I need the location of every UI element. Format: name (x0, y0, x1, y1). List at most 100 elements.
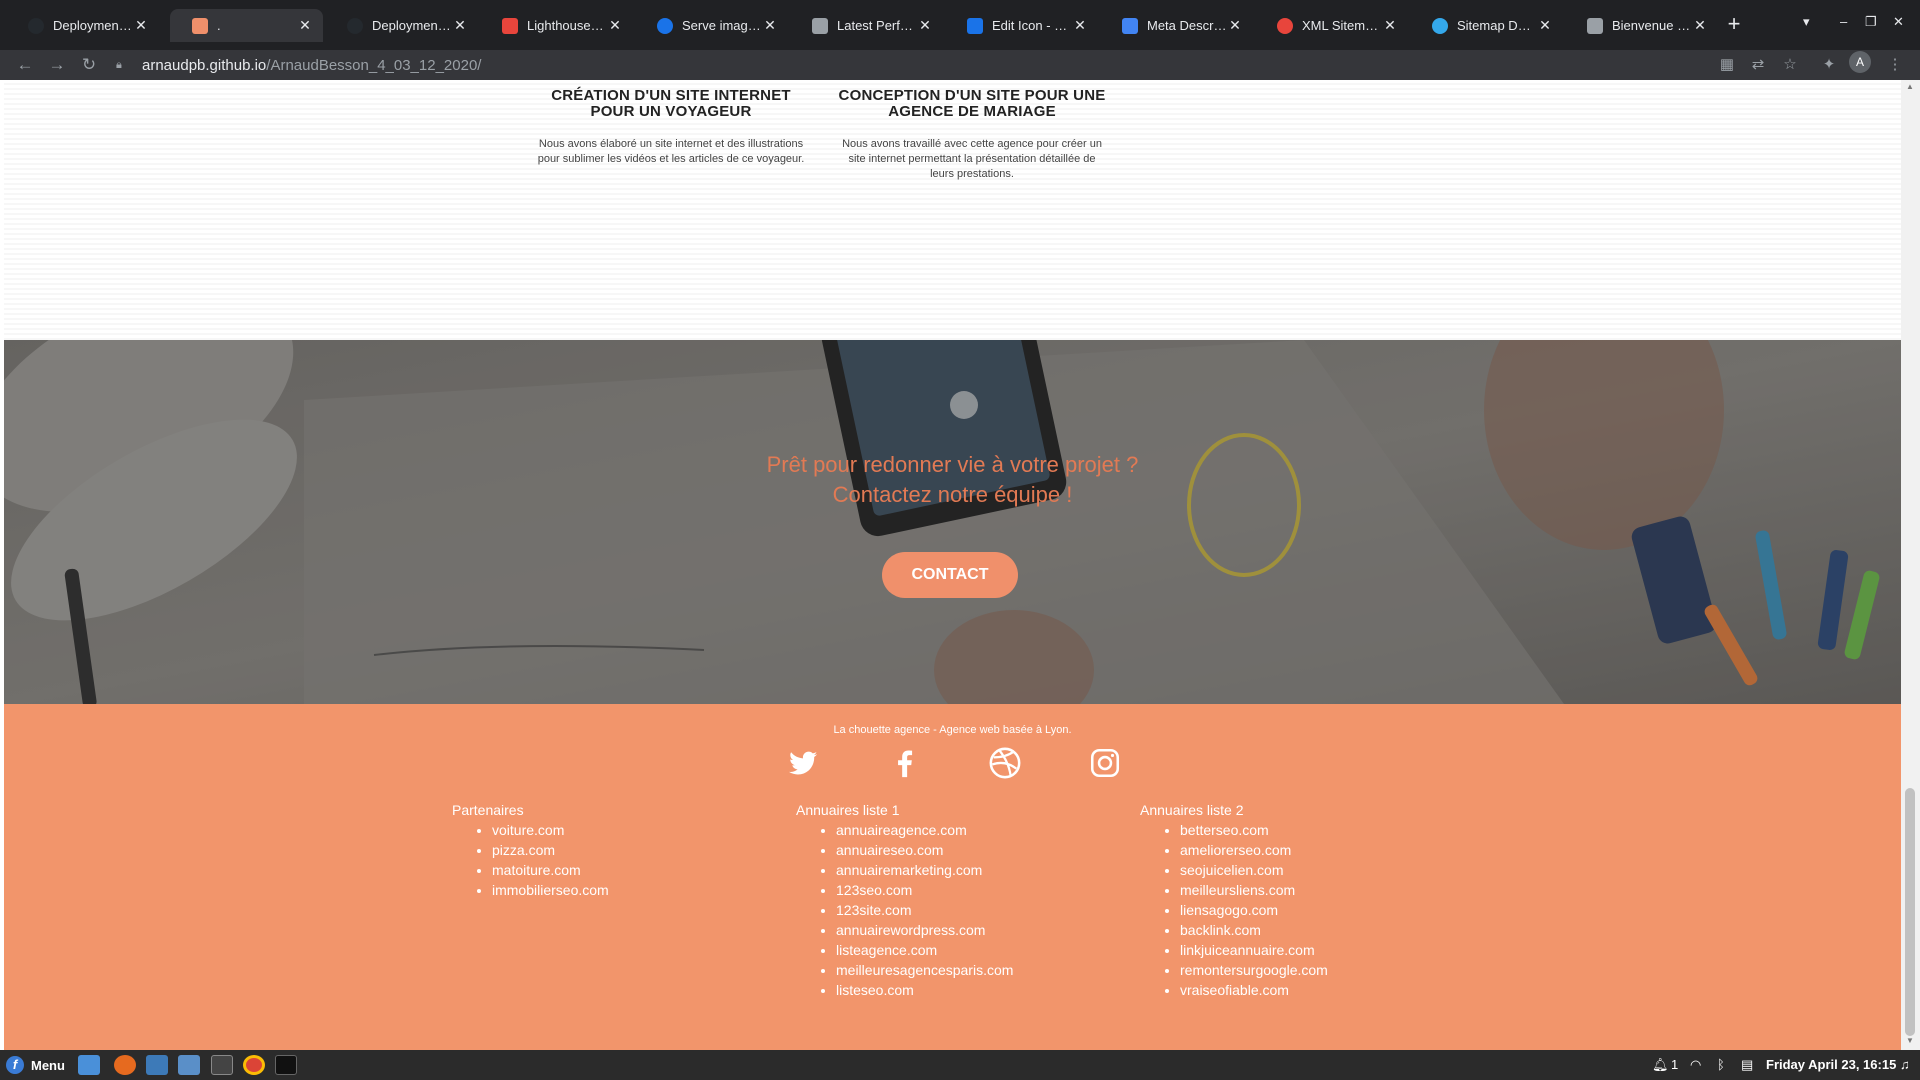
browser-tab[interactable]: Serve images i ✕ (635, 9, 788, 42)
footer-tagline: La chouette agence - Agence web basée à … (833, 724, 1072, 736)
close-tab-icon[interactable]: ✕ (607, 17, 623, 34)
footer-link[interactable]: liensagogo.com (1180, 900, 1328, 920)
tab-title: Latest Perform (837, 18, 917, 33)
bluetooth-icon[interactable]: ᛒ (1717, 1057, 1725, 1072)
footer-link[interactable]: backlink.com (1180, 920, 1328, 940)
browser-tab[interactable]: Bienvenue dans ✕ (1565, 9, 1718, 42)
close-tab-icon[interactable]: ✕ (297, 17, 313, 34)
hero-line: Contactez notre équipe ! (832, 482, 1073, 507)
footer-link[interactable]: annuairemarketing.com (836, 860, 1013, 880)
browser-tab[interactable]: Deployments · A ✕ (325, 9, 478, 42)
footer-link[interactable]: annuaireseo.com (836, 840, 1013, 860)
dribbble-icon[interactable] (988, 746, 1022, 780)
globe-favicon-icon (1432, 17, 1448, 34)
music-icon[interactable]: ♫ (1900, 1057, 1910, 1072)
footer-column-heading: Annuaires liste 2 (1140, 802, 1244, 818)
scroll-up-icon[interactable]: ▲ (1905, 82, 1915, 91)
footer-link[interactable]: listeseo.com (836, 980, 1013, 1000)
fedora-logo-icon: f (6, 1056, 24, 1074)
profile-avatar[interactable]: A (1849, 51, 1871, 73)
close-tab-icon[interactable]: ✕ (762, 17, 778, 34)
reload-icon[interactable]: ↻ (78, 54, 100, 76)
minimize-icon[interactable]: – (1840, 14, 1847, 29)
close-tab-icon[interactable]: ✕ (1227, 17, 1243, 34)
new-tab-button[interactable]: + (1722, 13, 1746, 37)
github-favicon-icon (347, 17, 363, 34)
clock[interactable]: Friday April 23, 16:15 (1766, 1057, 1896, 1072)
service-desc-line: leurs prestations. (930, 168, 1014, 180)
restore-icon[interactable]: ❐ (1865, 14, 1877, 30)
browser-tab[interactable]: Sitemap Details ✕ (1410, 9, 1563, 42)
chrome-icon[interactable] (243, 1055, 265, 1075)
tab-search-icon[interactable]: ▾ (1803, 14, 1810, 30)
close-tab-icon[interactable]: ✕ (452, 17, 468, 34)
browser-tab[interactable]: XML Sitemap: th ✕ (1255, 9, 1408, 42)
close-tab-icon[interactable]: ✕ (917, 17, 933, 34)
back-icon[interactable]: ← (14, 54, 36, 76)
footer-link[interactable]: listeagence.com (836, 940, 1013, 960)
footer-link[interactable]: meilleursliens.com (1180, 880, 1328, 900)
wifi-icon[interactable]: ◠ (1690, 1057, 1701, 1073)
footer-link[interactable]: betterseo.com (1180, 820, 1328, 840)
address-bar[interactable]: 🔒︎ arnaudpb.github.io /ArnaudBesson_4_03… (116, 52, 1696, 78)
file-manager-icon[interactable] (78, 1055, 100, 1075)
browser-tab[interactable]: Latest Perform ✕ (790, 9, 943, 42)
footer-link[interactable]: seojuicelien.com (1180, 860, 1328, 880)
folders-icon[interactable] (178, 1055, 200, 1075)
translate-icon[interactable]: ⇄ (1747, 54, 1769, 76)
browser-tab[interactable]: Deployments · A ✕ (6, 9, 159, 42)
scroll-down-icon[interactable]: ▼ (1905, 1036, 1915, 1045)
close-window-icon[interactable]: ✕ (1893, 14, 1904, 30)
firefox-icon[interactable] (114, 1055, 136, 1075)
footer-link[interactable]: linkjuiceannuaire.com (1180, 940, 1328, 960)
scrollbar-thumb[interactable] (1905, 788, 1915, 1036)
moz-favicon-icon (1122, 17, 1138, 34)
footer-link[interactable]: remontersurgoogle.com (1180, 960, 1328, 980)
footer-link[interactable]: annuaireagence.com (836, 820, 1013, 840)
browser-tab[interactable]: Lighthouse Rep ✕ (480, 9, 633, 42)
footer-link[interactable]: vraiseofiable.com (1180, 980, 1328, 1000)
clipboard-icon[interactable]: ▤ (1741, 1057, 1753, 1073)
tab-title: Serve images i (682, 18, 762, 33)
contact-button[interactable]: CONTACT (882, 552, 1018, 598)
browser-tab-active[interactable]: . ✕ (170, 9, 323, 42)
facebook-icon[interactable] (888, 746, 922, 780)
extensions-icon[interactable]: ✦ (1818, 54, 1840, 76)
close-tab-icon[interactable]: ✕ (1692, 17, 1708, 34)
service-title-line: CRÉATION D'UN SITE INTERNET (551, 87, 791, 104)
footer-link[interactable]: 123seo.com (836, 880, 1013, 900)
service-desc-line: pour sublimer les vidéos et les articles… (537, 153, 805, 165)
footer-link[interactable]: pizza.com (492, 840, 609, 860)
footer-link[interactable]: meilleuresagencesparis.com (836, 960, 1013, 980)
footer-link[interactable]: ameliorerseo.com (1180, 840, 1328, 860)
contact-hero-section: Prêt pour redonner vie à votre projet ? … (4, 340, 1901, 704)
close-tab-icon[interactable]: ✕ (1072, 17, 1088, 34)
browser-tab[interactable]: Meta Descriptio ✕ (1100, 9, 1253, 42)
footer-column-partners: Partenaires voiture.com pizza.com matoit… (452, 800, 609, 900)
page-scrollbar[interactable]: ▲ ▼ (1901, 80, 1920, 1050)
footer-link[interactable]: matoiture.com (492, 860, 609, 880)
close-tab-icon[interactable]: ✕ (1537, 17, 1553, 34)
laptop-favicon-icon (812, 17, 828, 34)
service-desc-line: site internet permettant la présentation… (848, 153, 1096, 165)
footer-link[interactable]: annuairewordpress.com (836, 920, 1013, 940)
notifications-icon[interactable]: 🔔︎ (1652, 1057, 1669, 1073)
bookmark-star-icon[interactable]: ☆ (1779, 54, 1801, 76)
qr-code-icon[interactable]: ▦ (1716, 54, 1738, 76)
footer-link[interactable]: immobilierseo.com (492, 880, 609, 900)
start-menu-button[interactable]: f Menu (6, 1056, 65, 1074)
mail-icon[interactable] (146, 1055, 168, 1075)
browser-tab[interactable]: Edit Icon - Regu ✕ (945, 9, 1098, 42)
more-menu-icon[interactable]: ⋮ (1884, 54, 1906, 76)
footer-link[interactable]: 123site.com (836, 900, 1013, 920)
terminal-icon[interactable] (211, 1055, 233, 1075)
twitter-icon[interactable] (786, 746, 820, 780)
menu-label: Menu (31, 1057, 65, 1073)
close-tab-icon[interactable]: ✕ (133, 17, 149, 34)
console-icon[interactable] (275, 1055, 297, 1075)
footer-link[interactable]: voiture.com (492, 820, 609, 840)
instagram-icon[interactable] (1088, 746, 1122, 780)
forward-icon[interactable]: → (46, 54, 68, 76)
service-card: CRÉATION D'UN SITE INTERNET POUR UN VOYA… (536, 88, 806, 167)
close-tab-icon[interactable]: ✕ (1382, 17, 1398, 34)
